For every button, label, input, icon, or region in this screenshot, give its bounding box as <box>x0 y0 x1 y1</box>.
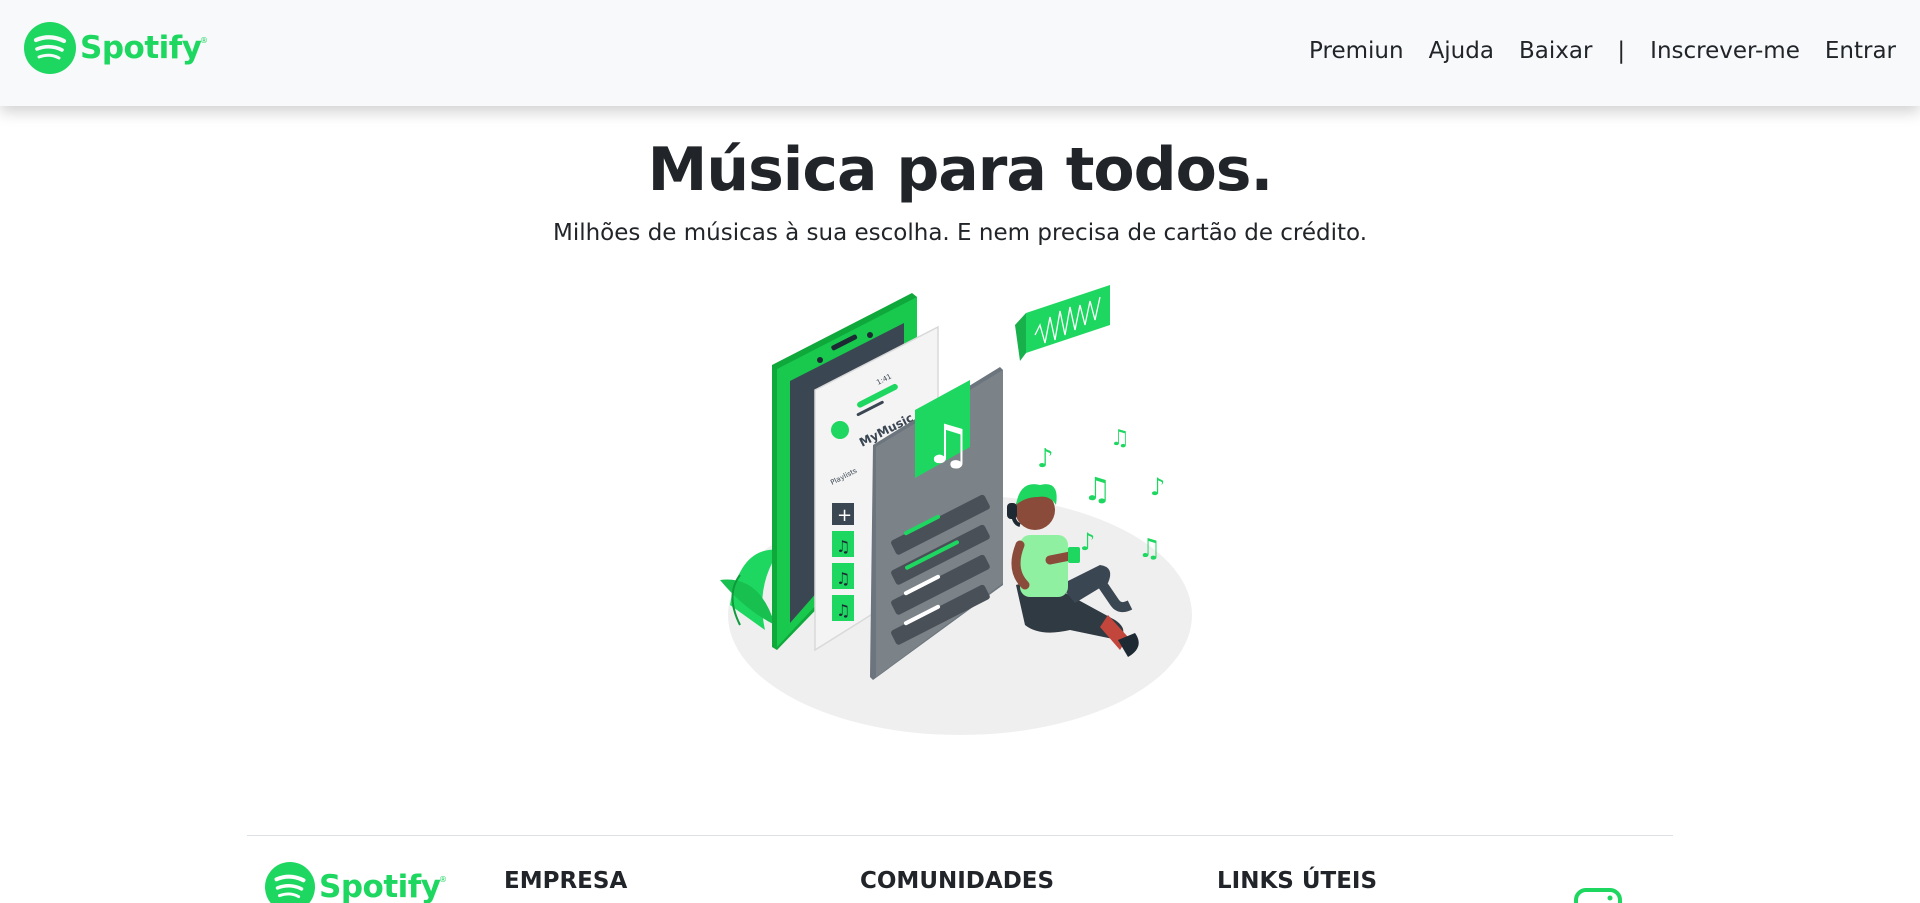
nav-signup-link[interactable]: Inscrever-me <box>1650 38 1800 64</box>
svg-text:♪: ♪ <box>1037 444 1054 474</box>
footer-brand-name: Spotify ® <box>319 869 447 903</box>
svg-text:♫: ♫ <box>1083 470 1112 508</box>
spotify-logo-icon <box>265 862 315 903</box>
nav-separator: | <box>1617 38 1626 64</box>
hero-title: Música para todos. <box>647 135 1274 205</box>
instagram-icon[interactable] <box>1574 888 1622 903</box>
svg-text:♫: ♫ <box>836 537 850 556</box>
brand-name: Spotify ® <box>80 30 208 66</box>
footer-heading-useful-links: LINKS ÚTEIS <box>1217 868 1378 894</box>
hero-subtitle: Milhões de músicas à sua escolha. E nem … <box>552 220 1368 246</box>
footer-divider <box>247 835 1673 836</box>
svg-text:♫: ♫ <box>836 569 850 588</box>
svg-text:♪: ♪ <box>1080 528 1095 556</box>
nav-help-link[interactable]: Ajuda <box>1429 38 1494 64</box>
footer-heading-communities: COMUNIDADES <box>860 868 1055 894</box>
spotify-logo-icon <box>24 22 76 74</box>
music-illustration: MyMusic 1:41 Playlists + ♫ ♫ ♫ ♫ ♪ ♫ ♫ ♪… <box>720 285 1192 735</box>
svg-text:♫: ♫ <box>1138 534 1161 564</box>
nav-login-link[interactable]: Entrar <box>1825 38 1896 64</box>
nav-premium-link[interactable]: Premiun <box>1309 38 1404 64</box>
svg-text:+: + <box>837 505 852 526</box>
brand-link[interactable]: Spotify ® <box>24 22 208 74</box>
sound-wave-icon <box>1015 285 1110 361</box>
navbar: Spotify ® Premiun Ajuda Baixar | Inscreve… <box>0 0 1920 106</box>
svg-text:♫: ♫ <box>836 601 850 620</box>
nav-download-link[interactable]: Baixar <box>1519 38 1592 64</box>
nav-links: Premiun Ajuda Baixar | Inscrever-me Entr… <box>1284 38 1896 64</box>
music-note-icon: ♫ <box>924 413 972 476</box>
footer-brand-link[interactable]: Spotify ® <box>265 862 447 903</box>
footer-brand-trademark: ® <box>438 875 447 884</box>
footer-heading-company: EMPRESA <box>504 868 628 894</box>
svg-text:♫: ♫ <box>1110 426 1130 451</box>
brand-trademark: ® <box>199 36 208 45</box>
svg-text:♪: ♪ <box>1150 473 1165 501</box>
